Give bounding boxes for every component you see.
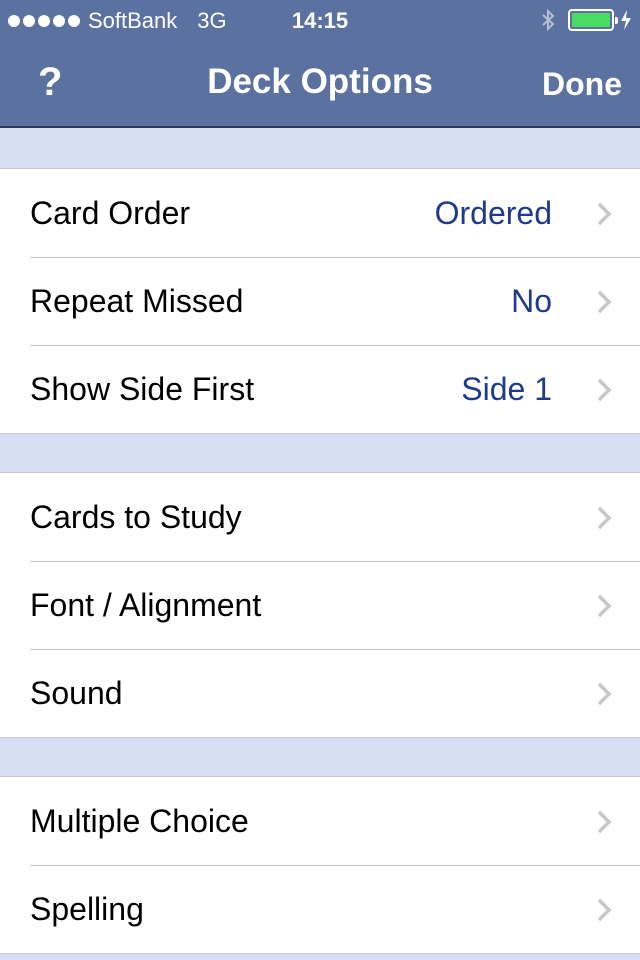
charging-bolt-icon (621, 10, 631, 30)
chevron-right-icon (597, 378, 612, 402)
done-button[interactable]: Done (542, 66, 622, 103)
row-font-alignment[interactable]: Font / Alignment (0, 561, 640, 649)
row-label: Repeat Missed (30, 283, 244, 319)
row-label: Show Side First (30, 371, 255, 407)
settings-group-display: Cards to Study Font / Alignment Sound (0, 472, 640, 738)
row-card-order[interactable]: Card Order Ordered (0, 169, 640, 257)
bluetooth-icon (542, 8, 555, 32)
chevron-right-icon (597, 898, 612, 922)
row-spelling[interactable]: Spelling (0, 865, 640, 953)
row-label: Font / Alignment (30, 587, 262, 623)
row-multiple-choice[interactable]: Multiple Choice (0, 777, 640, 865)
chevron-right-icon (597, 810, 612, 834)
row-value: Ordered (434, 195, 552, 231)
navigation-bar: ? Deck Options Done (0, 40, 640, 128)
row-value: Side 1 (461, 371, 552, 407)
settings-group-study: Card Order Ordered Repeat Missed No Show… (0, 168, 640, 434)
row-label: Cards to Study (30, 499, 242, 535)
status-bar: SoftBank 3G 14:15 (0, 0, 640, 40)
row-cards-to-study[interactable]: Cards to Study (0, 473, 640, 561)
help-button[interactable]: ? (38, 60, 62, 105)
chevron-right-icon (597, 682, 612, 706)
row-repeat-missed[interactable]: Repeat Missed No (0, 257, 640, 345)
settings-group-modes: Multiple Choice Spelling (0, 776, 640, 954)
chevron-right-icon (597, 290, 612, 314)
battery-icon (568, 9, 618, 31)
status-right (540, 8, 632, 32)
row-label: Spelling (30, 891, 144, 927)
chevron-right-icon (597, 202, 612, 226)
row-value: No (511, 283, 552, 319)
row-sound[interactable]: Sound (0, 649, 640, 737)
chevron-right-icon (597, 594, 612, 618)
row-label: Sound (30, 675, 123, 711)
row-label: Multiple Choice (30, 803, 249, 839)
chevron-right-icon (597, 506, 612, 530)
row-show-side-first[interactable]: Show Side First Side 1 (0, 345, 640, 433)
row-label: Card Order (30, 195, 191, 231)
